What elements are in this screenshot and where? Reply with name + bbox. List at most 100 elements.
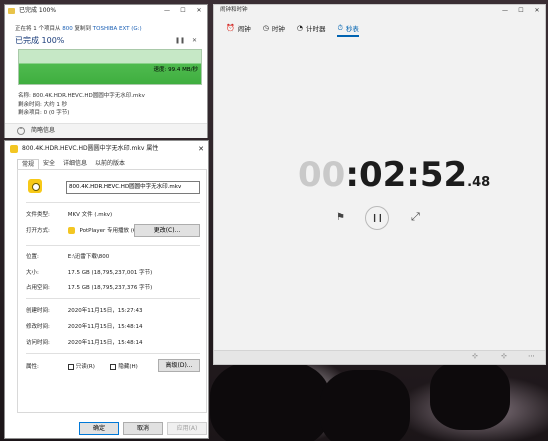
close-button[interactable]: ✕	[198, 141, 204, 157]
wallpaper-shape	[430, 360, 510, 430]
file-name-field[interactable]: 800.4K.HDR.HEVC.HD圆圆中字无水印.mkv	[66, 181, 200, 194]
copy-details: 名称: 800.4K.HDR.HEVC.HD圆圆中字无水印.mkv 剩余时间: …	[18, 92, 145, 118]
copy-dialog-title: 已完成 100%	[19, 7, 57, 14]
stopwatch-icon: ⏱	[337, 23, 343, 32]
divider	[26, 298, 200, 299]
modified-label: 修改时间:	[26, 324, 50, 330]
location-label: 位置:	[26, 254, 39, 260]
wallpaper-shape	[320, 370, 410, 441]
size-label: 大小:	[26, 270, 39, 276]
advanced-button[interactable]: 高级(D)...	[158, 359, 200, 372]
change-button[interactable]: 更改(C)...	[134, 224, 200, 237]
folder-icon	[8, 8, 15, 14]
pause-icon[interactable]: ❚❚	[175, 37, 185, 44]
less-info-toggle[interactable]: ˄ 简略信息	[5, 123, 207, 138]
cancel-button[interactable]: 取消	[123, 422, 163, 435]
alarm-icon: ⏰	[226, 24, 235, 32]
wallpaper-shape	[210, 360, 330, 441]
file-type-icon	[28, 179, 42, 193]
tab-previous-versions[interactable]: 以前的版本	[91, 159, 129, 169]
attributes-label: 属性:	[26, 364, 39, 370]
divider	[26, 245, 200, 246]
tab-world-clock[interactable]: ◷ 时钟	[259, 22, 291, 36]
speed-label: 速度: 99.4 MB/秒	[153, 67, 198, 73]
copy-desc-prefix: 正在将 1 个项目从	[15, 26, 61, 32]
world-clock-icon: ◷	[262, 24, 269, 32]
file-type-label: 文件类型:	[26, 212, 50, 218]
stopwatch-minutes-seconds: 02:52	[358, 155, 468, 195]
remaining-time-line: 剩余时间: 大约 1 秒	[18, 101, 68, 108]
tab-timer-label: 计时器	[305, 25, 326, 33]
lap-flag-icon[interactable]: ⚑	[336, 212, 345, 223]
hidden-checkbox[interactable]	[110, 363, 117, 370]
tab-general[interactable]: 常规	[17, 159, 40, 169]
disk-size-row: 占用空间: 17.5 GB (18,795,237,376 字节)	[26, 283, 152, 291]
ok-button[interactable]: 确定	[79, 422, 119, 435]
file-type-value: MKV 文件 (.mkv)	[67, 212, 113, 218]
size-row: 大小: 17.5 GB (18,795,237,001 字节)	[26, 268, 152, 276]
minimize-button[interactable]: —	[159, 5, 175, 17]
stopwatch-colon: :	[345, 155, 359, 195]
tab-details[interactable]: 详细信息	[59, 159, 91, 169]
tab-world-clock-label: 时钟	[271, 25, 285, 33]
tab-stopwatch[interactable]: ⏱ 秒表	[333, 22, 364, 37]
less-info-label: 简略信息	[31, 127, 56, 134]
disk-size-value: 17.5 GB (18,795,237,376 字节)	[67, 285, 153, 291]
clock-title: 闹钟和时钟	[220, 7, 248, 13]
open-with-value: PotPlayer 专用播放 (64	[79, 228, 140, 234]
apply-button[interactable]: 应用(A)	[167, 422, 207, 435]
readonly-label: 只读(R)	[75, 364, 95, 370]
divider	[26, 353, 200, 354]
copy-description: 正在将 1 个项目从 800 复制到 TOSHIBA EXT (G:)	[15, 24, 142, 32]
pin-to-start-icon[interactable]: ⊹	[501, 352, 507, 360]
expand-icon[interactable]: ⤢	[411, 210, 420, 224]
open-with-row: 打开方式: PotPlayer 专用播放 (64	[26, 226, 140, 234]
close-button[interactable]: ✕	[529, 5, 545, 17]
tab-security[interactable]: 安全	[39, 159, 59, 169]
readonly-checkbox[interactable]	[67, 363, 74, 370]
file-type-row: 文件类型: MKV 文件 (.mkv)	[26, 210, 112, 218]
more-icon[interactable]: ⋯	[528, 352, 535, 360]
clock-app-window: 闹钟和时钟 — ☐ ✕ ⏰ 闹钟 ◷ 时钟 ◔ 计时器 ⏱ 秒表 00:02:5…	[213, 4, 546, 365]
modified-row: 修改时间: 2020年11月15日，15:48:14	[26, 322, 142, 330]
close-button[interactable]: ✕	[191, 5, 207, 17]
accessed-value: 2020年11月15日，15:48:14	[67, 340, 143, 346]
progress-heading: 已完成 100%	[15, 36, 65, 45]
created-row: 创建时间: 2020年11月15日，15:27:43	[26, 306, 142, 314]
attributes-row: 属性: 只读(R) 隐藏(H)	[26, 362, 138, 370]
tab-timer[interactable]: ◔ 计时器	[293, 22, 332, 36]
maximize-button[interactable]: ☐	[175, 5, 191, 17]
created-label: 创建时间:	[26, 308, 50, 314]
chevron-up-icon: ˄	[17, 127, 25, 135]
stopwatch-hours: 00	[298, 155, 346, 195]
name-line: 名称: 800.4K.HDR.HEVC.HD圆圆中字无水印.mkv	[18, 93, 145, 99]
location-value: E:\迅雷下载\800	[67, 254, 110, 260]
tab-alarm-label: 闹钟	[237, 25, 251, 33]
close-icon[interactable]: ✕	[192, 37, 197, 44]
general-pane: 800.4K.HDR.HEVC.HD圆圆中字无水印.mkv 文件类型: MKV …	[17, 169, 207, 413]
divider	[26, 202, 200, 203]
maximize-button[interactable]: ☐	[513, 5, 529, 17]
clock-nav-tabs: ⏰ 闹钟 ◷ 时钟 ◔ 计时器 ⏱ 秒表	[222, 22, 365, 37]
target-link[interactable]: TOSHIBA EXT (G:)	[93, 26, 142, 32]
pause-icon: ❙❙	[371, 213, 383, 222]
properties-titlebar: 800.4K.HDR.HEVC.HD圆圆中字无水印.mkv 属性 ✕	[5, 141, 208, 157]
pause-button[interactable]: ❙❙	[365, 206, 389, 230]
properties-dialog: 800.4K.HDR.HEVC.HD圆圆中字无水印.mkv 属性 ✕ 常规 安全…	[4, 140, 209, 439]
accessed-label: 访问时间:	[26, 340, 50, 346]
source-link[interactable]: 800	[62, 26, 73, 32]
properties-tabs: 常规 安全 详细信息 以前的版本	[17, 159, 129, 169]
clock-bottom-bar: ⊹ ⊹ ⋯	[214, 350, 545, 364]
copy-desc-mid: 复制到	[74, 26, 92, 32]
clock-titlebar: 闹钟和时钟 — ☐ ✕	[214, 5, 545, 16]
tab-alarm[interactable]: ⏰ 闹钟	[222, 22, 257, 36]
copy-dialog-titlebar: 已完成 100% — ☐ ✕	[5, 5, 207, 17]
copy-progress-dialog: 已完成 100% — ☐ ✕ 正在将 1 个项目从 800 复制到 TOSHIB…	[4, 4, 208, 138]
minimize-button[interactable]: —	[497, 5, 513, 17]
disk-size-label: 占用空间:	[26, 285, 50, 291]
progress-chart: 速度: 99.4 MB/秒	[18, 49, 202, 85]
pin-icon[interactable]: ⊹	[472, 352, 478, 360]
hidden-label: 隐藏(H)	[118, 364, 138, 370]
created-value: 2020年11月15日，15:27:43	[67, 308, 143, 314]
location-row: 位置: E:\迅雷下载\800	[26, 252, 109, 260]
